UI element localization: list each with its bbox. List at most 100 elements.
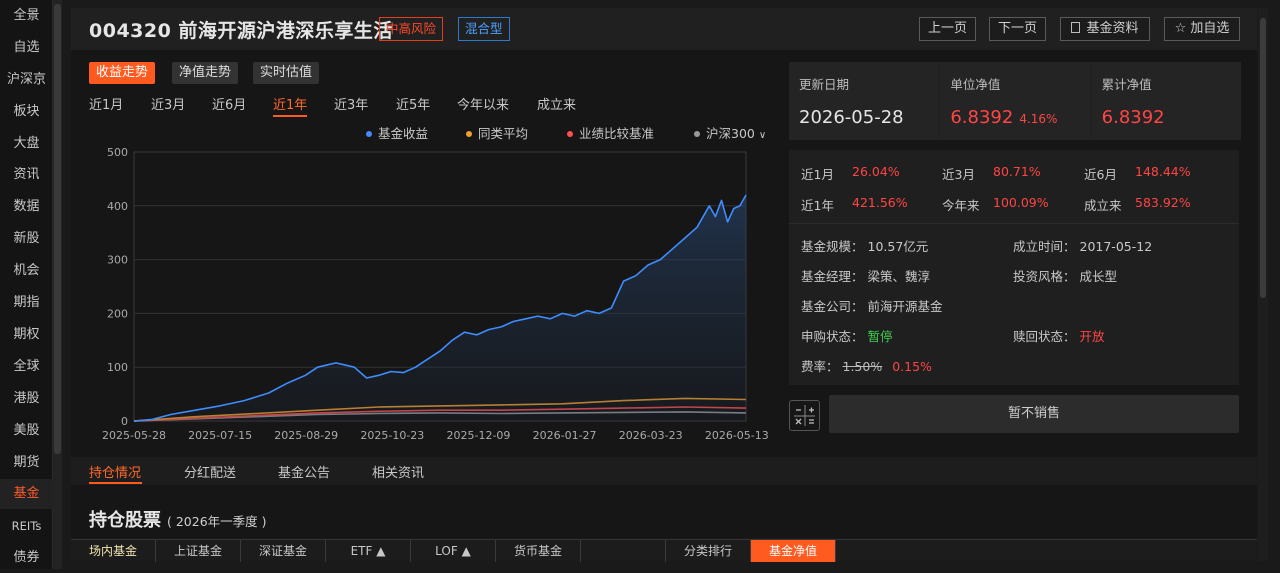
calculator-button[interactable] (789, 400, 820, 431)
btab-sz-fund[interactable]: 深证基金 (241, 540, 326, 562)
section-title: 持仓股票 (89, 510, 161, 531)
btab-category-rank[interactable]: 分类排行 (666, 540, 751, 562)
btab-sh-fund[interactable]: 上证基金 (156, 540, 241, 562)
fund-return-area (134, 195, 746, 421)
update-date-value: 2026-05-28 (799, 107, 904, 128)
nav-item-market[interactable]: 大盘 (0, 129, 53, 159)
nav-item-hk[interactable]: 港股 (0, 384, 53, 414)
period-3y[interactable]: 近3年 (334, 94, 368, 113)
x-tick-label: 2025-05-28 (102, 429, 166, 442)
btab-fund-nav[interactable]: 基金净值 (751, 540, 836, 562)
nav-item-fund[interactable]: 基金 (0, 479, 53, 509)
detail-tabs: 持仓情况 分红配送 基金公告 相关资讯 (71, 457, 1257, 485)
right-scrollbar[interactable] (1258, 8, 1268, 561)
nav-item-global[interactable]: 全球 (0, 352, 53, 382)
period-ytd[interactable]: 今年以来 (457, 94, 509, 113)
next-page-button[interactable]: 下一页 (989, 17, 1046, 41)
acc-nav-label: 累计净值 (1101, 77, 1152, 92)
nav-item-hushenjing[interactable]: 沪深京 (0, 65, 53, 95)
period-1m[interactable]: 近1月 (89, 94, 123, 113)
prev-page-button[interactable]: 上一页 (919, 17, 976, 41)
redeem-status-label: 赎回状态： (1013, 329, 1076, 344)
perf-label-1m: 近1月 (801, 167, 834, 182)
x-tick-label: 2026-03-23 (619, 429, 683, 442)
redeem-status: 赎回状态： 开放 (1013, 326, 1105, 345)
fund-manager-label: 基金经理： (801, 269, 864, 284)
y-tick-label: 400 (107, 200, 128, 213)
period-since-inception[interactable]: 成立来 (537, 94, 576, 113)
x-tick-label: 2025-10-23 (360, 429, 424, 442)
nav-item-overview[interactable]: 全景 (0, 1, 53, 31)
fund-company-label: 基金公司： (801, 299, 864, 314)
fund-company-value: 前海开源基金 (867, 299, 943, 314)
tab-nav-trend[interactable]: 净值走势 (172, 62, 239, 84)
perf-label-ytd: 今年来 (942, 198, 980, 213)
fee-rate-discount: 0.15% (892, 359, 932, 374)
not-for-sale-button[interactable]: 暂不销售 (829, 395, 1239, 433)
fee-rate-label: 费率： (801, 359, 839, 374)
nav-item-options[interactable]: 期权 (0, 320, 53, 350)
left-scrollbar-thumb[interactable] (54, 4, 61, 454)
btab-etf[interactable]: ETF ▲ (326, 540, 411, 562)
period-5y[interactable]: 近5年 (396, 94, 430, 113)
y-tick-label: 300 (107, 254, 128, 267)
perf-value-inception: 583.92% (1135, 195, 1191, 210)
nav-item-opportunity[interactable]: 机会 (0, 256, 53, 286)
tab-return-trend[interactable]: 收益走势 (89, 62, 156, 84)
left-scrollbar[interactable] (53, 0, 62, 569)
nav-item-futures[interactable]: 期货 (0, 448, 53, 478)
x-tick-label: 2025-12-09 (446, 429, 510, 442)
btab-lof[interactable]: LOF ▲ (411, 540, 496, 562)
btab-money-fund[interactable]: 货币基金 (496, 540, 581, 562)
perf-value-6m: 148.44% (1135, 164, 1191, 179)
btab-exchange-fund[interactable]: 场内基金 (71, 540, 156, 562)
active-tab-indicator (89, 482, 142, 484)
nav-item-news[interactable]: 资讯 (0, 160, 53, 190)
fund-company: 基金公司： 前海开源基金 (801, 296, 943, 315)
add-watchlist-button[interactable]: ☆ 加自选 (1164, 17, 1240, 41)
fund-size-label: 基金规模： (801, 239, 864, 254)
tab-holdings[interactable]: 持仓情况 (89, 462, 141, 481)
tab-dividends[interactable]: 分红配送 (184, 462, 236, 481)
perf-label-1y: 近1年 (801, 198, 834, 213)
unit-nav-change: 4.16% (1019, 112, 1058, 126)
tab-announcements[interactable]: 基金公告 (278, 462, 330, 481)
perf-label-inception: 成立来 (1084, 198, 1122, 213)
fund-info-button[interactable]: 基金资料 (1060, 17, 1150, 41)
fund-type-badge: 混合型 (458, 17, 510, 41)
x-tick-label: 2025-08-29 (274, 429, 338, 442)
unit-nav-cell: 单位净值 6.8392 4.16% (940, 62, 1090, 140)
nav-item-data[interactable]: 数据 (0, 192, 53, 222)
right-scrollbar-thumb[interactable] (1260, 18, 1266, 298)
nav-item-index-futures[interactable]: 期指 (0, 288, 53, 318)
period-6m[interactable]: 近6月 (212, 94, 246, 113)
y-tick-label: 0 (121, 415, 128, 428)
document-icon (1071, 22, 1081, 33)
update-date-label: 更新日期 (799, 77, 850, 92)
invest-style-value: 成长型 (1079, 269, 1118, 284)
tab-related-news[interactable]: 相关资讯 (372, 462, 424, 481)
nav-summary: 更新日期 2026-05-28 单位净值 6.8392 4.16% 累计净值 6.… (789, 62, 1241, 140)
nav-item-watchlist[interactable]: 自选 (0, 33, 53, 63)
perf-value-1m: 26.04% (852, 164, 900, 179)
invest-style-label: 投资风格： (1013, 269, 1076, 284)
purchase-status-label: 申购状态： (801, 329, 864, 344)
nav-item-sector[interactable]: 板块 (0, 97, 53, 127)
perf-value-1y: 421.56% (852, 195, 908, 210)
period-3m[interactable]: 近3月 (151, 94, 185, 113)
period-1y[interactable]: 近1年 (273, 94, 308, 117)
btab-hidden[interactable] (581, 540, 666, 562)
section-subtitle: ( 2026年一季度 ) (167, 514, 267, 529)
nav-item-ipo[interactable]: 新股 (0, 224, 53, 254)
nav-item-us[interactable]: 美股 (0, 416, 53, 446)
perf-label-3m: 近3月 (942, 167, 975, 182)
fund-info-label: 基金资料 (1086, 21, 1139, 36)
redeem-status-value: 开放 (1079, 329, 1105, 344)
found-date-label: 成立时间： (1013, 239, 1076, 254)
tab-realtime-estimate[interactable]: 实时估值 (253, 62, 320, 84)
nav-item-reits[interactable]: REITs (0, 511, 53, 541)
y-tick-label: 200 (107, 307, 128, 320)
bottom-tab-bar: 场内基金 上证基金 深证基金 ETF ▲ LOF ▲ 货币基金 分类排行 基金净… (71, 539, 1257, 562)
found-date: 成立时间： 2017-05-12 (1013, 236, 1152, 255)
fund-info-box: 近1月 26.04% 近3月 80.71% 近6月 148.44% 近1年 42… (789, 150, 1239, 385)
